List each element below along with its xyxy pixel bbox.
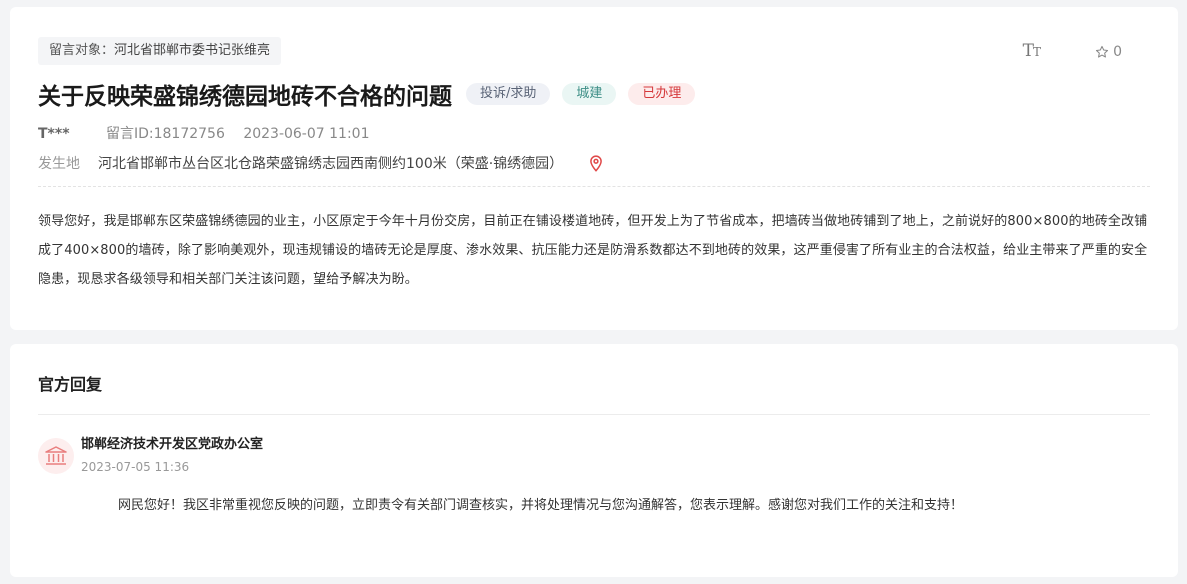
font-size-icon[interactable]: TT <box>1023 41 1041 61</box>
message-target-value: 河北省邯郸市委书记张维亮 <box>114 43 271 58</box>
divider <box>38 186 1150 187</box>
reply-time: 2023-07-05 11:36 <box>81 460 190 474</box>
reply-org: 邯郸经济技术开发区党政办公室 2023-07-05 11:36 <box>38 436 263 476</box>
reply-content: 网民您好！我区非常重视您反映的问题，立即责令有关部门调查核实，并将处理情况与您沟… <box>118 498 964 513</box>
message-meta: T*** 留言ID:18172756 2023-06-07 11:01 <box>38 123 369 143</box>
message-card: 留言对象：河北省邯郸市委书记张维亮 TT 0 关于反映荣盛锦绣德园地砖不合格的问… <box>10 7 1178 330</box>
title-row: 关于反映荣盛锦绣德园地砖不合格的问题 投诉/求助 城建 已办理 <box>38 77 696 111</box>
favorite-button[interactable]: 0 <box>1095 44 1122 60</box>
divider <box>38 414 1150 415</box>
government-building-icon <box>45 446 67 465</box>
reply-heading: 官方回复 <box>38 375 103 394</box>
status-badge: 已办理 <box>628 83 696 105</box>
message-user: T*** <box>38 126 70 142</box>
message-target: 留言对象：河北省邯郸市委书记张维亮 <box>38 37 282 65</box>
location-label: 发生地 <box>38 156 80 172</box>
category-tag: 城建 <box>562 83 617 105</box>
page-title: 关于反映荣盛锦绣德园地砖不合格的问题 <box>38 84 452 110</box>
reply-org-name: 邯郸经济技术开发区党政办公室 <box>81 437 264 452</box>
location-row: 发生地 河北省邯郸市丛台区北仓路荣盛锦绣志园西南侧约100米（荣盛·锦绣德园） <box>38 153 603 173</box>
star-icon <box>1096 45 1109 58</box>
favorite-count: 0 <box>1113 44 1122 60</box>
reply-card: 官方回复 邯郸经济技术开发区党政办公室 2023-07-05 11:36 网民您… <box>10 344 1178 577</box>
location-pin-icon[interactable] <box>589 154 603 172</box>
message-id: 留言ID:18172756 <box>105 126 225 142</box>
message-time: 2023-06-07 11:01 <box>243 126 370 142</box>
type-tag: 投诉/求助 <box>466 83 551 105</box>
avatar <box>38 438 74 474</box>
message-target-label: 留言对象： <box>49 43 115 58</box>
message-content: 领导您好，我是邯郸东区荣盛锦绣德园的业主，小区原定于今年十月份交房，目前正在铺设… <box>38 214 1148 287</box>
location-address: 河北省邯郸市丛台区北仓路荣盛锦绣志园西南侧约100米（荣盛·锦绣德园） <box>98 156 564 172</box>
